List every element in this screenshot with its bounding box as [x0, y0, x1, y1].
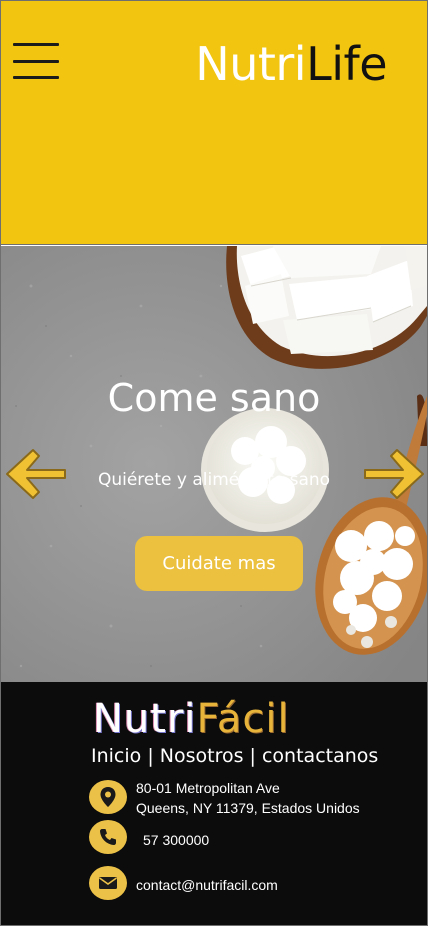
- hamburger-menu-icon[interactable]: [13, 43, 59, 79]
- top-header: NutriLife: [1, 1, 427, 245]
- hero-title: Come sano: [107, 376, 321, 420]
- address-line-2: Queens, NY 11379, Estados Unidos: [136, 800, 360, 816]
- app-screen: NutriLife Come sano Quiérete y aliméntat…: [0, 0, 428, 926]
- envelope-icon: [89, 866, 127, 900]
- arrow-right-icon[interactable]: [363, 446, 425, 502]
- nav-link-nosotros[interactable]: Nosotros: [160, 745, 244, 767]
- nav-link-inicio[interactable]: Inicio: [91, 745, 141, 767]
- brand-name-part1: Nutri: [195, 37, 307, 91]
- nav-separator: |: [141, 745, 160, 767]
- arrow-left-icon[interactable]: [5, 446, 67, 502]
- location-pin-icon: [89, 780, 127, 814]
- footer: NutriFácil Inicio | Nosotros | contactan…: [1, 682, 427, 925]
- phone-icon: [89, 820, 127, 854]
- nav-link-contactanos[interactable]: contactanos: [262, 745, 378, 767]
- footer-email[interactable]: contact@nutrifacil.com: [136, 875, 278, 895]
- address-line-1: 80-01 Metropolitan Ave: [136, 780, 280, 796]
- footer-nav: Inicio | Nosotros | contactanos: [91, 745, 378, 767]
- footer-logo: NutriFácil: [93, 696, 290, 742]
- footer-address: 80-01 Metropolitan Ave Queens, NY 11379,…: [136, 778, 360, 818]
- footer-logo-part1: Nutri: [93, 696, 197, 742]
- hero-carousel: Come sano Quiérete y aliméntate sano Cui…: [1, 246, 427, 682]
- brand-logo[interactable]: NutriLife: [195, 37, 387, 91]
- nav-separator: |: [243, 745, 262, 767]
- brand-name-part2: Life: [306, 37, 387, 91]
- footer-phone[interactable]: 57 300000: [143, 830, 209, 850]
- footer-logo-part2: Fácil: [196, 696, 290, 742]
- cta-button[interactable]: Cuidate mas: [135, 536, 303, 591]
